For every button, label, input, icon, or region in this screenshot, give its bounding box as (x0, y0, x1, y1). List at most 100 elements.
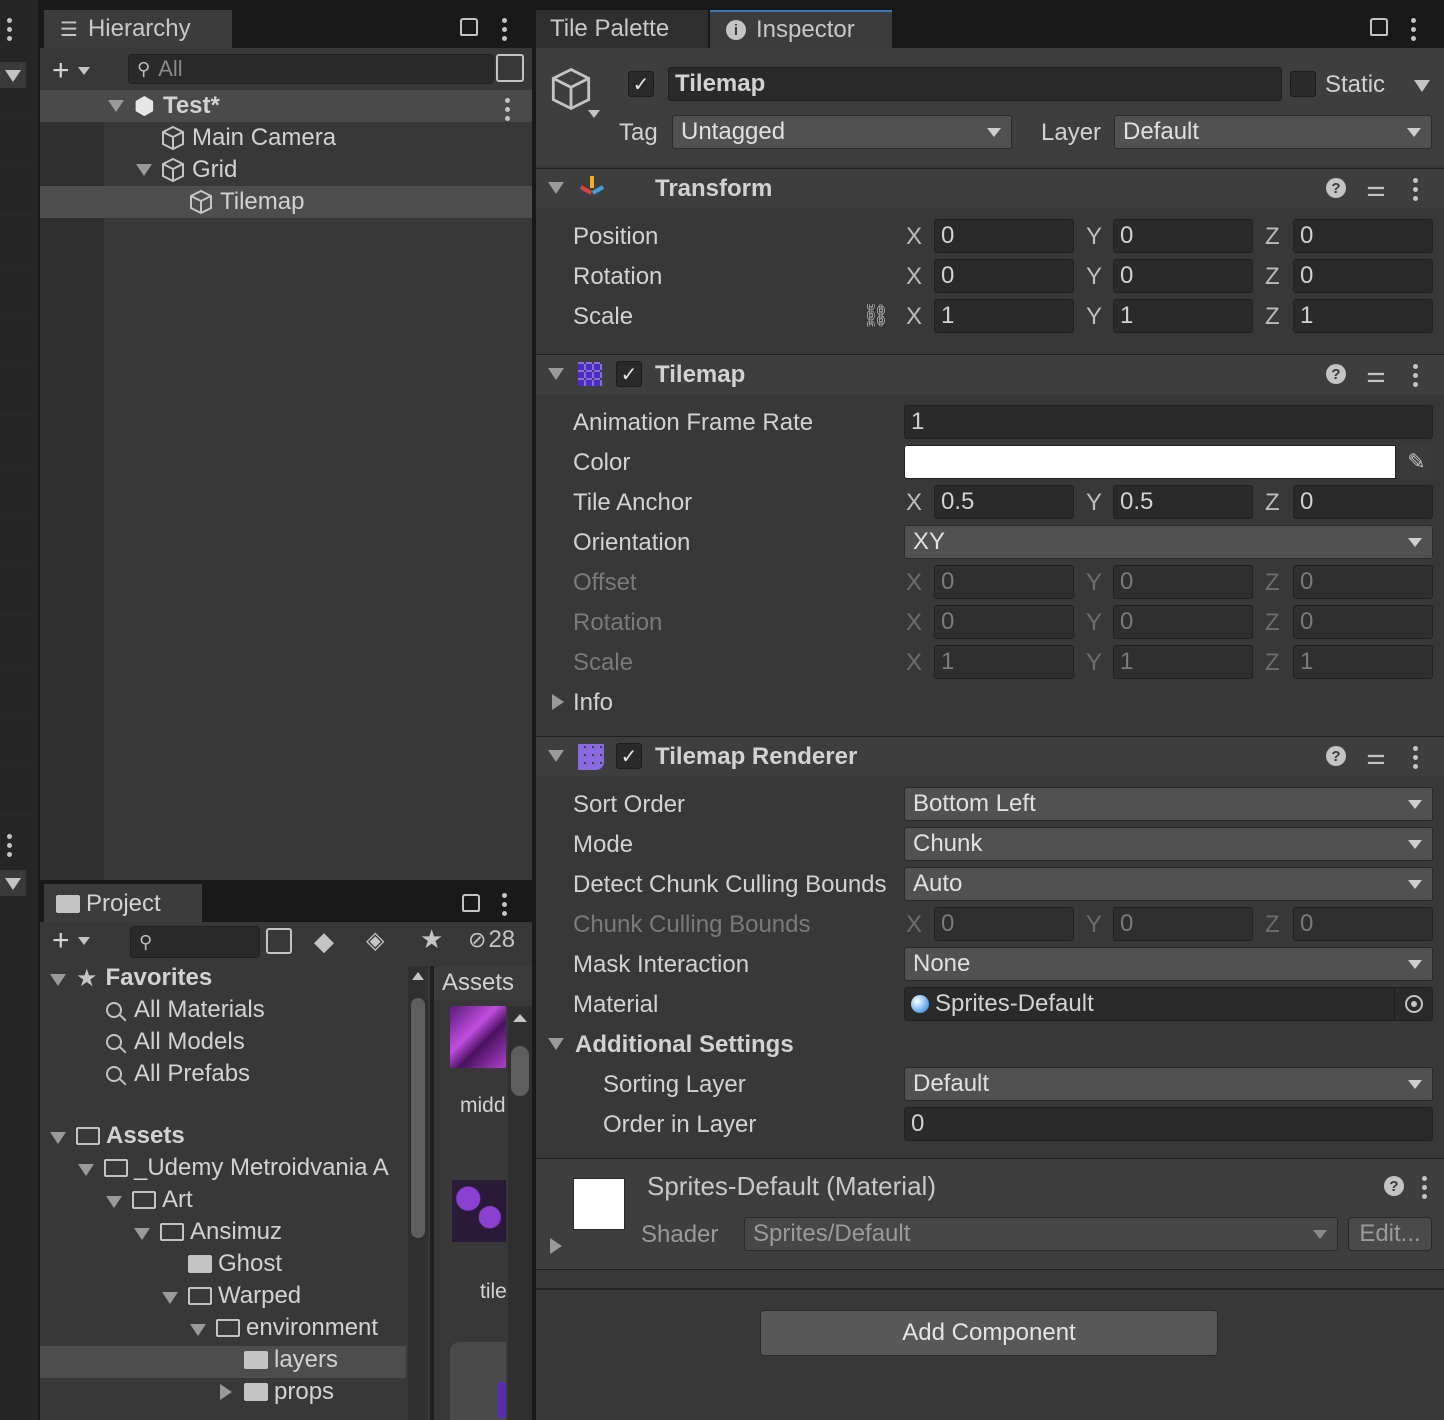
folder-art[interactable]: Art (132, 1184, 193, 1216)
search-mode-icon[interactable] (496, 54, 524, 82)
hierarchy-item-main-camera[interactable]: Main Camera (160, 122, 336, 154)
sort-order-dropdown[interactable]: Bottom Left (904, 787, 1433, 821)
position-x-field[interactable]: 0 (934, 219, 1074, 253)
mode-dropdown[interactable]: Chunk (904, 827, 1433, 861)
assets-tab[interactable]: Assets (434, 966, 532, 1000)
scale-x-field[interactable]: 1 (934, 299, 1074, 333)
project-search-input[interactable]: ⚲ (130, 926, 260, 958)
folder-warped[interactable]: Warped (188, 1280, 301, 1312)
expand-icon[interactable] (190, 1324, 206, 1336)
hierarchy-item-tilemap[interactable]: Tilemap (188, 186, 304, 218)
folder-layers[interactable]: layers (244, 1344, 338, 1376)
component-menu-icon[interactable] (1413, 364, 1419, 391)
hierarchy-search-input[interactable]: ⚲ All (128, 54, 494, 84)
hierarchy-menu-icon[interactable] (502, 18, 508, 45)
folder-tree-scrollbar[interactable] (408, 966, 428, 1420)
scene-dropdown-icon[interactable] (0, 62, 26, 88)
scene-expand-icon[interactable] (108, 100, 124, 112)
renderer-enabled-checkbox[interactable]: ✓ (616, 743, 642, 769)
assets-expand-icon[interactable] (50, 1132, 66, 1144)
favorite-all-models[interactable]: All Models (106, 1026, 245, 1058)
tile-anchor-z-field[interactable]: 0 (1293, 485, 1433, 519)
label-filter-icon[interactable]: ◈ (366, 926, 384, 955)
tag-dropdown[interactable]: Untagged (672, 115, 1012, 149)
tile-anchor-y-field[interactable]: 0.5 (1113, 485, 1253, 519)
expand-icon[interactable] (134, 1228, 150, 1240)
expand-icon[interactable] (106, 1196, 122, 1208)
folder-ansimuz[interactable]: Ansimuz (160, 1216, 282, 1248)
constrain-proportions-icon[interactable]: ⛓ (862, 303, 890, 329)
icon-dropdown-icon[interactable] (588, 110, 600, 118)
expand-icon[interactable] (78, 1164, 94, 1176)
tilemap-expand-icon[interactable] (548, 368, 564, 380)
assets-grid-scrollbar[interactable] (508, 1006, 532, 1420)
sorting-layer-dropdown[interactable]: Default (904, 1067, 1433, 1101)
folder-props[interactable]: props (244, 1376, 334, 1408)
add-component-button[interactable]: Add Component (760, 1310, 1218, 1356)
rotation-z-field[interactable]: 0 (1293, 259, 1433, 293)
material-menu-icon[interactable] (1422, 1176, 1428, 1203)
object-name-field[interactable]: Tilemap (668, 67, 1282, 101)
hidden-packages-toggle[interactable]: ⊘ 28 (468, 926, 515, 954)
grid-expand-icon[interactable] (136, 164, 152, 176)
component-menu-icon[interactable] (1413, 746, 1419, 773)
scene-menu-kebab[interactable] (505, 98, 511, 125)
additional-settings-expand-icon[interactable] (548, 1038, 564, 1050)
additional-settings-foldout[interactable]: Additional Settings (575, 1031, 794, 1059)
scene-menu-icon[interactable] (7, 18, 13, 45)
favorite-all-prefabs[interactable]: All Prefabs (106, 1058, 250, 1090)
orientation-dropdown[interactable]: XY (904, 525, 1433, 559)
rotation-y-field[interactable]: 0 (1113, 259, 1253, 293)
help-icon[interactable]: ? (1326, 746, 1346, 766)
folder-udemy[interactable]: _Udemy Metroidvania A (104, 1152, 389, 1184)
rotation-x-field[interactable]: 0 (934, 259, 1074, 293)
favorites-filter-icon[interactable]: ★ (420, 924, 443, 955)
presets-icon[interactable]: ⚌ (1366, 362, 1386, 388)
static-dropdown-icon[interactable] (1414, 80, 1430, 92)
asset-thumbnail-midd[interactable] (450, 1006, 506, 1068)
info-foldout[interactable]: Info (573, 689, 613, 717)
folder-environment[interactable]: environment (216, 1312, 378, 1344)
tab-hierarchy[interactable]: ☰ Hierarchy (44, 10, 232, 48)
favorites-item[interactable]: ★ Favorites (76, 962, 212, 994)
order-in-layer-field[interactable]: 0 (904, 1107, 1433, 1141)
folder-ghost[interactable]: Ghost (188, 1248, 282, 1280)
inspector-menu-icon[interactable] (1411, 18, 1417, 45)
shader-dropdown[interactable]: Sprites/Default (744, 1217, 1338, 1251)
collapse-icon[interactable] (220, 1384, 232, 1400)
tile-anchor-x-field[interactable]: 0.5 (934, 485, 1074, 519)
active-checkbox[interactable]: ✓ (628, 71, 654, 97)
position-y-field[interactable]: 0 (1113, 219, 1253, 253)
tilemap-enabled-checkbox[interactable]: ✓ (616, 361, 642, 387)
tab-inspector[interactable]: i Inspector (710, 10, 892, 48)
folder-assets[interactable]: Assets (76, 1120, 185, 1152)
search-mode-icon[interactable] (266, 928, 292, 954)
help-icon[interactable]: ? (1326, 364, 1346, 384)
material-expand-icon[interactable] (550, 1238, 562, 1254)
mask-interaction-dropdown[interactable]: None (904, 947, 1433, 981)
component-menu-icon[interactable] (1413, 178, 1419, 205)
presets-icon[interactable]: ⚌ (1366, 176, 1386, 202)
object-picker-icon[interactable] (1394, 988, 1432, 1020)
scene-item-test[interactable]: ⬢ Test* (134, 90, 220, 122)
help-icon[interactable]: ? (1384, 1176, 1404, 1196)
type-filter-icon[interactable]: ◆ (314, 926, 334, 957)
transform-expand-icon[interactable] (548, 182, 564, 194)
color-swatch[interactable] (904, 445, 1396, 479)
scale-z-field[interactable]: 1 (1293, 299, 1433, 333)
game-dropdown-icon[interactable] (0, 870, 26, 896)
favorite-all-materials[interactable]: All Materials (106, 994, 265, 1026)
renderer-expand-icon[interactable] (548, 750, 564, 762)
scale-y-field[interactable]: 1 (1113, 299, 1253, 333)
hierarchy-item-grid[interactable]: Grid (160, 154, 237, 186)
presets-icon[interactable]: ⚌ (1366, 744, 1386, 770)
lock-icon[interactable] (462, 894, 480, 912)
help-icon[interactable]: ? (1326, 178, 1346, 198)
favorites-expand-icon[interactable] (50, 974, 66, 986)
expand-icon[interactable] (162, 1292, 178, 1304)
static-checkbox[interactable] (1290, 71, 1316, 97)
asset-thumbnail-tile[interactable] (452, 1180, 506, 1242)
create-asset-button[interactable]: + (52, 924, 112, 957)
shader-edit-button[interactable]: Edit... (1348, 1217, 1432, 1251)
project-menu-icon[interactable] (502, 893, 508, 920)
